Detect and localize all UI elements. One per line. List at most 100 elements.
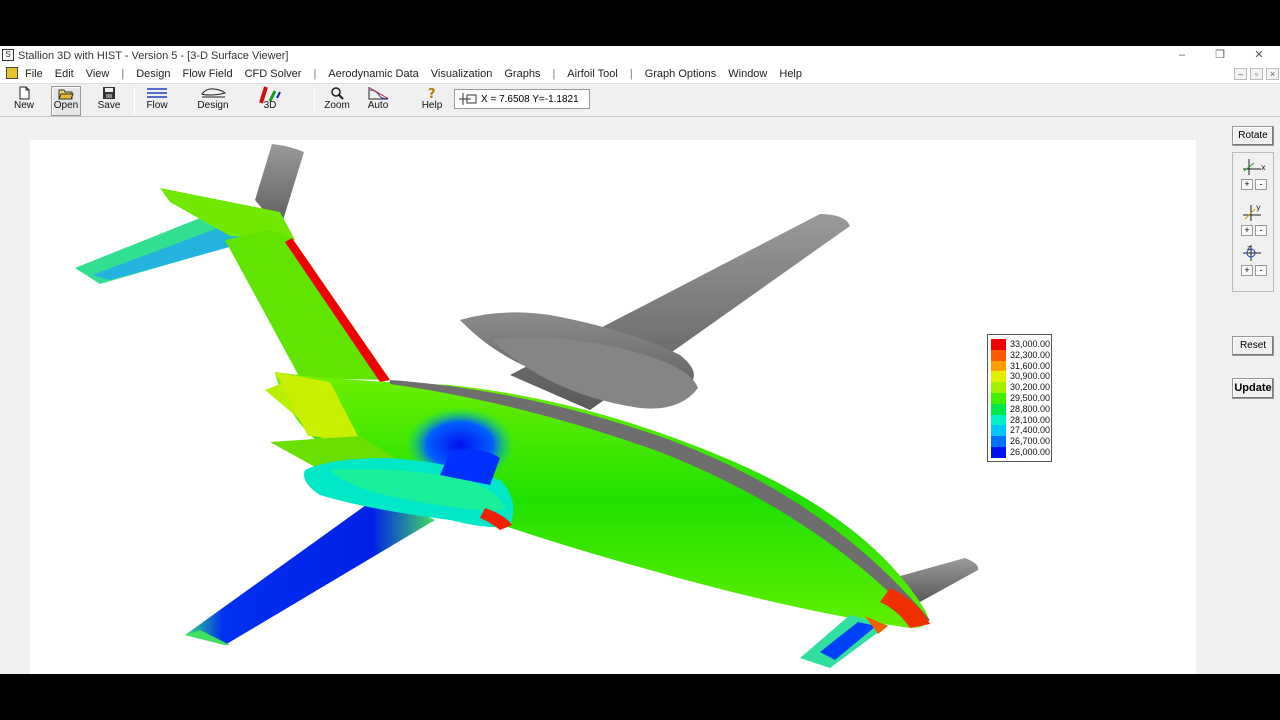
- y-axis-icon: y: [1243, 203, 1261, 221]
- menu-item-aerodynamic-data[interactable]: Aerodynamic Data: [328, 68, 419, 80]
- side-panel: Rotate x + - y + - z + - Reset Update: [1228, 126, 1280, 674]
- help-button-label: Help: [421, 100, 443, 111]
- flow-button-label: Flow: [146, 100, 168, 111]
- menu-item-help[interactable]: Help: [779, 68, 802, 80]
- near-wing: [185, 495, 435, 645]
- legend-label: 33,000.00: [1010, 339, 1051, 349]
- magnifier-icon: [331, 87, 344, 100]
- help-button[interactable]: ? Help: [418, 86, 446, 116]
- save-button[interactable]: Save: [95, 86, 123, 116]
- 3d-button-label: 3D: [263, 100, 277, 111]
- menu-item-edit[interactable]: Edit: [55, 68, 74, 80]
- menu-separator: |: [313, 68, 317, 80]
- z-axis-icon: z: [1243, 244, 1261, 261]
- menu-separator: |: [552, 68, 556, 80]
- new-file-icon: [19, 86, 30, 100]
- menu-bar: File Edit View | Design Flow Field CFD Solver |…: [0, 65, 1280, 83]
- child-close-button[interactable]: ×: [1266, 68, 1279, 80]
- legend-label: 30,200.00: [1010, 382, 1051, 393]
- x-axis-icon: x: [1243, 159, 1266, 175]
- z-rotate-plus[interactable]: +: [1241, 265, 1253, 276]
- menu-separator: |: [629, 68, 633, 80]
- app-window: S Stallion 3D with HIST - Version 5 - [3…: [0, 46, 1280, 674]
- x-rotate-plus[interactable]: +: [1241, 179, 1253, 190]
- open-button[interactable]: Open: [51, 86, 81, 116]
- legend-swatch: [991, 436, 1006, 448]
- new-button[interactable]: New: [10, 86, 38, 116]
- legend-swatch: [991, 447, 1006, 458]
- coordinate-text: X = 7.6508 Y=-1.1821: [481, 94, 579, 105]
- app-icon[interactable]: S: [2, 49, 14, 61]
- flow-lines-icon: [147, 88, 167, 98]
- open-folder-icon: [58, 89, 74, 100]
- y-rotate-minus[interactable]: -: [1255, 225, 1267, 236]
- z-rotate-minus[interactable]: -: [1255, 265, 1267, 276]
- legend-swatch: [991, 349, 1006, 361]
- legend-swatch: [991, 425, 1006, 437]
- legend-swatch: [991, 339, 1006, 350]
- legend-swatch: [991, 414, 1006, 426]
- svg-text:?: ?: [428, 87, 436, 100]
- menu-items: File Edit View | Design Flow Field CFD Solver |…: [25, 68, 814, 80]
- child-restore-button[interactable]: ▫: [1250, 68, 1263, 80]
- rotation-controls: x + - y + - z + -: [1232, 152, 1274, 292]
- rotate-button[interactable]: Rotate: [1232, 126, 1274, 146]
- 3d-button[interactable]: 3D: [254, 86, 286, 116]
- legend-label: 27,400.00: [1010, 425, 1051, 436]
- auto-button[interactable]: Auto: [364, 86, 392, 116]
- help-question-icon: ?: [428, 87, 436, 100]
- toolbar-separator: [134, 87, 135, 115]
- close-button[interactable]: ✕: [1249, 48, 1269, 62]
- child-minimize-button[interactable]: –: [1234, 68, 1247, 80]
- window-title: Stallion 3D with HIST - Version 5 - [3-D…: [18, 50, 289, 62]
- menu-item-visualization[interactable]: Visualization: [431, 68, 493, 80]
- zoom-button[interactable]: Zoom: [323, 86, 351, 116]
- y-rotate-plus[interactable]: +: [1241, 225, 1253, 236]
- legend-label: 26,000.00: [1010, 447, 1051, 457]
- y-axis-label: y: [1256, 203, 1261, 212]
- crosshair-icon: [459, 93, 477, 105]
- legend-label: 26,700.00: [1010, 436, 1051, 447]
- menu-item-cfd-solver[interactable]: CFD Solver: [245, 68, 302, 80]
- save-disk-icon: [103, 87, 115, 99]
- legend-swatch: [991, 371, 1006, 383]
- menu-item-graphs[interactable]: Graphs: [504, 68, 540, 80]
- legend-swatch: [991, 393, 1006, 404]
- design-button[interactable]: Design: [196, 86, 230, 116]
- flow-button[interactable]: Flow: [142, 86, 172, 116]
- legend-swatch: [991, 360, 1006, 372]
- viewport: 33,000.00 32,300.00 31,600.00 30,900.00 30,2…: [0, 118, 1280, 674]
- restore-button[interactable]: ❐: [1210, 48, 1230, 62]
- design-button-label: Design: [197, 100, 229, 111]
- legend-swatch: [991, 382, 1006, 394]
- menu-item-window[interactable]: Window: [728, 68, 767, 80]
- new-button-label: New: [13, 100, 34, 111]
- menu-item-graph-options[interactable]: Graph Options: [645, 68, 717, 80]
- update-button[interactable]: Update: [1232, 378, 1274, 399]
- zoom-button-label: Zoom: [324, 100, 350, 111]
- save-button-label: Save: [97, 100, 121, 111]
- legend-label: 32,300.00: [1010, 349, 1051, 360]
- menu-item-design[interactable]: Design: [136, 68, 170, 80]
- minimize-button[interactable]: –: [1172, 48, 1192, 62]
- reset-button[interactable]: Reset: [1232, 336, 1274, 356]
- child-window-icon[interactable]: [6, 67, 18, 79]
- open-button-label: Open: [53, 100, 79, 111]
- menu-item-view[interactable]: View: [86, 68, 110, 80]
- legend-label: 28,800.00: [1010, 403, 1051, 414]
- auto-scale-icon: [368, 87, 389, 100]
- menu-item-airfoil-tool[interactable]: Airfoil Tool: [567, 68, 618, 80]
- menu-separator: |: [121, 68, 125, 80]
- legend-swatch: [991, 403, 1006, 415]
- toolbar-separator: [314, 87, 315, 115]
- menu-item-flow-field[interactable]: Flow Field: [182, 68, 232, 80]
- legend-label: 28,100.00: [1010, 414, 1051, 425]
- coordinate-readout: X = 7.6508 Y=-1.1821: [454, 89, 590, 109]
- x-axis-label: x: [1261, 163, 1266, 172]
- title-bar: S Stallion 3D with HIST - Version 5 - [3…: [0, 46, 1280, 65]
- x-rotate-minus[interactable]: -: [1255, 179, 1267, 190]
- menu-item-file[interactable]: File: [25, 68, 43, 80]
- legend-label: 31,600.00: [1010, 360, 1051, 371]
- legend-label: 29,500.00: [1010, 393, 1051, 403]
- pressure-legend: 33,000.00 32,300.00 31,600.00 30,900.00 30,2…: [987, 334, 1052, 462]
